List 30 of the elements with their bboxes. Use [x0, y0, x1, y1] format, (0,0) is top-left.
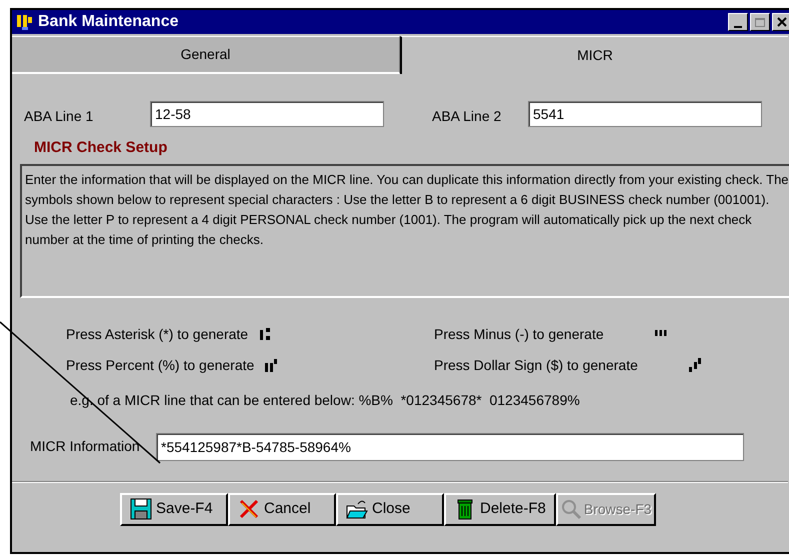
close-button[interactable] [772, 13, 789, 31]
close-icon [777, 17, 787, 27]
field-label: MICR Information [30, 437, 141, 456]
micr-field[interactable]: *554125987*B-54785-58964% [156, 432, 744, 460]
save-button[interactable]: Save-F4 [120, 492, 228, 526]
close-button[interactable]: Close [336, 492, 444, 526]
text-field[interactable]: 12-58 [150, 100, 384, 126]
tab[interactable]: General [12, 36, 400, 74]
delete-button[interactable]: Delete-F8 [444, 492, 556, 526]
instruction-text: Press Percent (%) to generate [66, 356, 254, 375]
instruction-text: Press Dollar Sign ($) to generate [434, 356, 638, 375]
field-label: ABA Line 2 [432, 107, 502, 126]
micr-amount-symbol-icon [688, 357, 702, 373]
section-heading: MICR Check Setup [34, 138, 168, 158]
app-logo-icon [16, 13, 34, 31]
description-panel: Enter the information that will be displayed on the MICR line. You can duplicate this information directly from your existing check. The symbols shown below to represent special characters : Use the letter B to represent a 6 digit BUSINESS check number (001001). Use the letter P to represent a 4 digit PERSONAL check number (1001). The program will automatically pick up the next check number at the time of printing the checks. [20, 164, 789, 298]
cross-icon [238, 498, 260, 520]
minimize-button[interactable] [728, 13, 748, 31]
instruction-text: Press Minus (-) to generate [434, 324, 604, 344]
magnifier-icon [560, 498, 582, 520]
field-label: ABA Line 1 [24, 107, 94, 126]
maximize-button[interactable] [750, 13, 770, 31]
window-title: Bank Maintenance [38, 12, 178, 32]
micr-transit-symbol-icon [258, 326, 272, 342]
cancel-button[interactable]: Cancel [228, 492, 336, 526]
folder-icon [346, 498, 368, 520]
tab[interactable]: MICR [400, 36, 788, 74]
instruction-text: Press Asterisk (*) to generate [66, 324, 248, 344]
text-field[interactable]: 5541 [528, 100, 762, 126]
micr-onus-symbol-icon [264, 357, 278, 373]
